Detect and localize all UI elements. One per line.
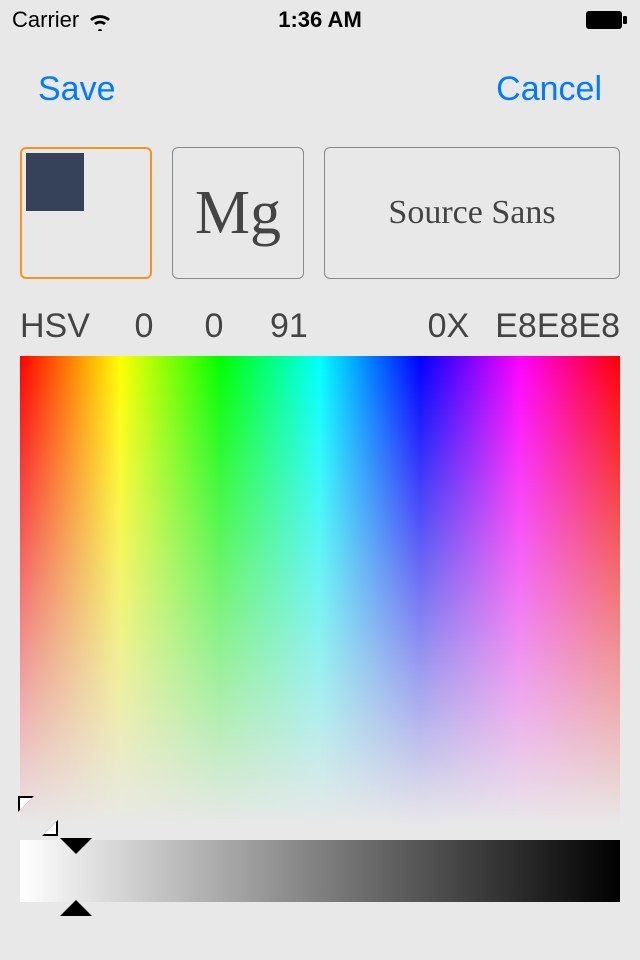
hsv-s-value: 0	[174, 307, 254, 346]
battery-icon	[586, 11, 628, 29]
color-swatch	[26, 153, 84, 211]
cards-row: Mg Source Sans	[0, 129, 640, 279]
status-left: Carrier	[12, 7, 113, 33]
save-button[interactable]: Save	[38, 70, 116, 109]
hex-label: 0X	[428, 307, 470, 346]
hsv-h-value: 0	[114, 307, 174, 346]
color-picker-area	[20, 356, 620, 826]
status-bar: Carrier 1:36 AM	[0, 0, 640, 40]
hsv-readout: HSV 0 0 91 0X E8E8E8	[0, 279, 640, 354]
hex-value: E8E8E8	[495, 307, 620, 346]
glyph-card[interactable]: Mg	[172, 147, 304, 279]
status-time: 1:36 AM	[278, 7, 362, 33]
slider-arrow-top-icon	[60, 838, 92, 854]
hsv-v-value: 91	[254, 307, 324, 346]
slider-arrow-bottom-icon	[60, 900, 92, 916]
font-card[interactable]: Source Sans	[324, 147, 620, 279]
color-swatch-card[interactable]	[20, 147, 152, 279]
nav-row: Save Cancel	[0, 40, 640, 129]
wifi-icon	[87, 7, 113, 33]
value-slider[interactable]	[20, 840, 620, 902]
hue-sat-panel[interactable]	[20, 356, 620, 826]
carrier-label: Carrier	[12, 7, 79, 33]
cancel-button[interactable]: Cancel	[496, 70, 602, 109]
hsv-label: HSV	[20, 307, 90, 346]
saturation-overlay	[20, 356, 620, 826]
glyph-sample: Mg	[195, 178, 281, 249]
font-name-label: Source Sans	[388, 194, 555, 232]
